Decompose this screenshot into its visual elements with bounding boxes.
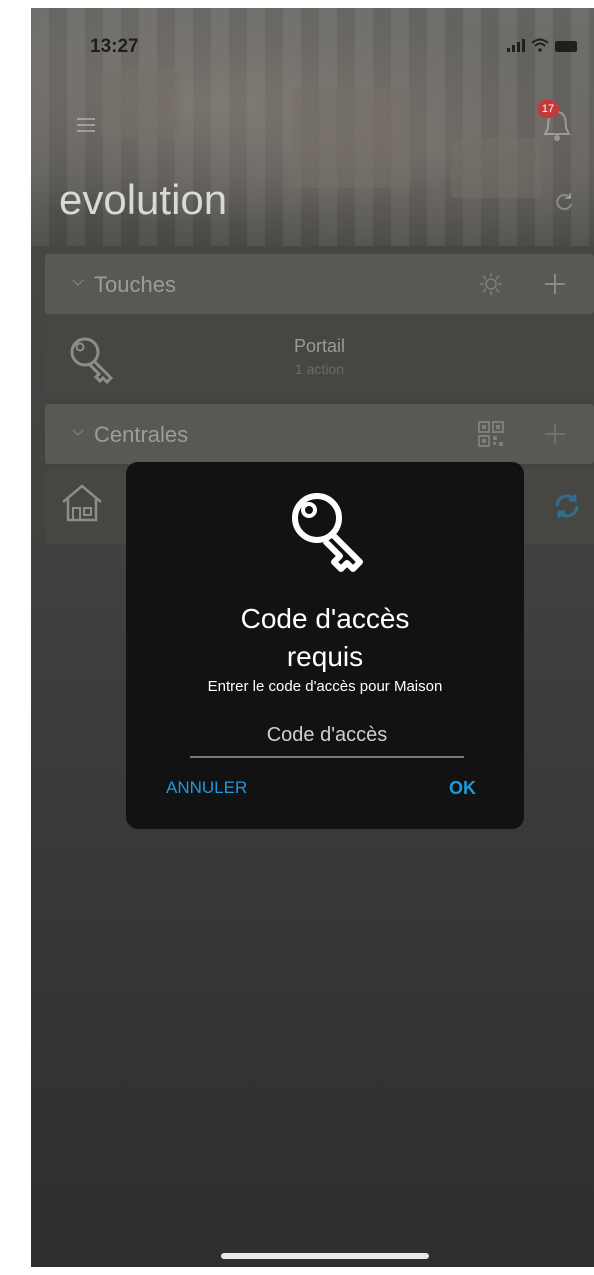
notification-badge: 17 bbox=[537, 100, 559, 118]
ok-button[interactable]: OK bbox=[449, 778, 476, 799]
section-touches[interactable]: Touches bbox=[45, 254, 594, 314]
status-time: 13:27 bbox=[90, 36, 139, 57]
notification-bell-button[interactable]: 17 bbox=[537, 100, 577, 148]
section-centrales[interactable]: Centrales bbox=[45, 404, 594, 464]
section-label: Touches bbox=[94, 272, 176, 297]
dialog-title-line1: Code d'accès bbox=[240, 603, 410, 634]
item-title: Portail bbox=[293, 336, 346, 356]
signal-icon bbox=[507, 38, 525, 52]
add-touch-button[interactable] bbox=[539, 268, 571, 300]
cancel-button[interactable]: ANNULER bbox=[166, 778, 247, 798]
wifi-icon bbox=[531, 38, 549, 52]
dialog-message: Entrer le code d'accès pour Maison bbox=[207, 678, 443, 695]
home-icon bbox=[62, 484, 102, 522]
battery-icon bbox=[555, 41, 577, 52]
chevron-down-icon bbox=[72, 279, 84, 287]
gear-icon[interactable] bbox=[475, 268, 507, 300]
chevron-down-icon bbox=[72, 429, 84, 437]
home-indicator[interactable] bbox=[221, 1253, 429, 1259]
qr-code-icon[interactable] bbox=[475, 418, 507, 450]
key-icon bbox=[292, 493, 363, 572]
section-label: Centrales bbox=[94, 422, 189, 447]
refresh-icon[interactable] bbox=[553, 190, 575, 212]
app-title: evolution bbox=[59, 176, 228, 223]
dialog-title-line2: requis bbox=[286, 641, 364, 672]
hamburger-menu-icon[interactable] bbox=[77, 118, 95, 136]
access-code-input[interactable] bbox=[190, 714, 464, 758]
add-centrale-button[interactable] bbox=[539, 418, 571, 450]
sync-icon[interactable] bbox=[551, 490, 583, 522]
list-item[interactable]: Portail 1 action bbox=[45, 318, 594, 398]
item-subtitle: 1 action bbox=[294, 361, 345, 377]
status-icons bbox=[507, 38, 577, 52]
app-screen: 13:27 17 evolution Touches Portail 1 act… bbox=[31, 8, 594, 1267]
access-code-dialog: Code d'accès requis Entrer le code d'acc… bbox=[126, 462, 524, 829]
dialog-title: Code d'accès requis bbox=[126, 600, 524, 676]
